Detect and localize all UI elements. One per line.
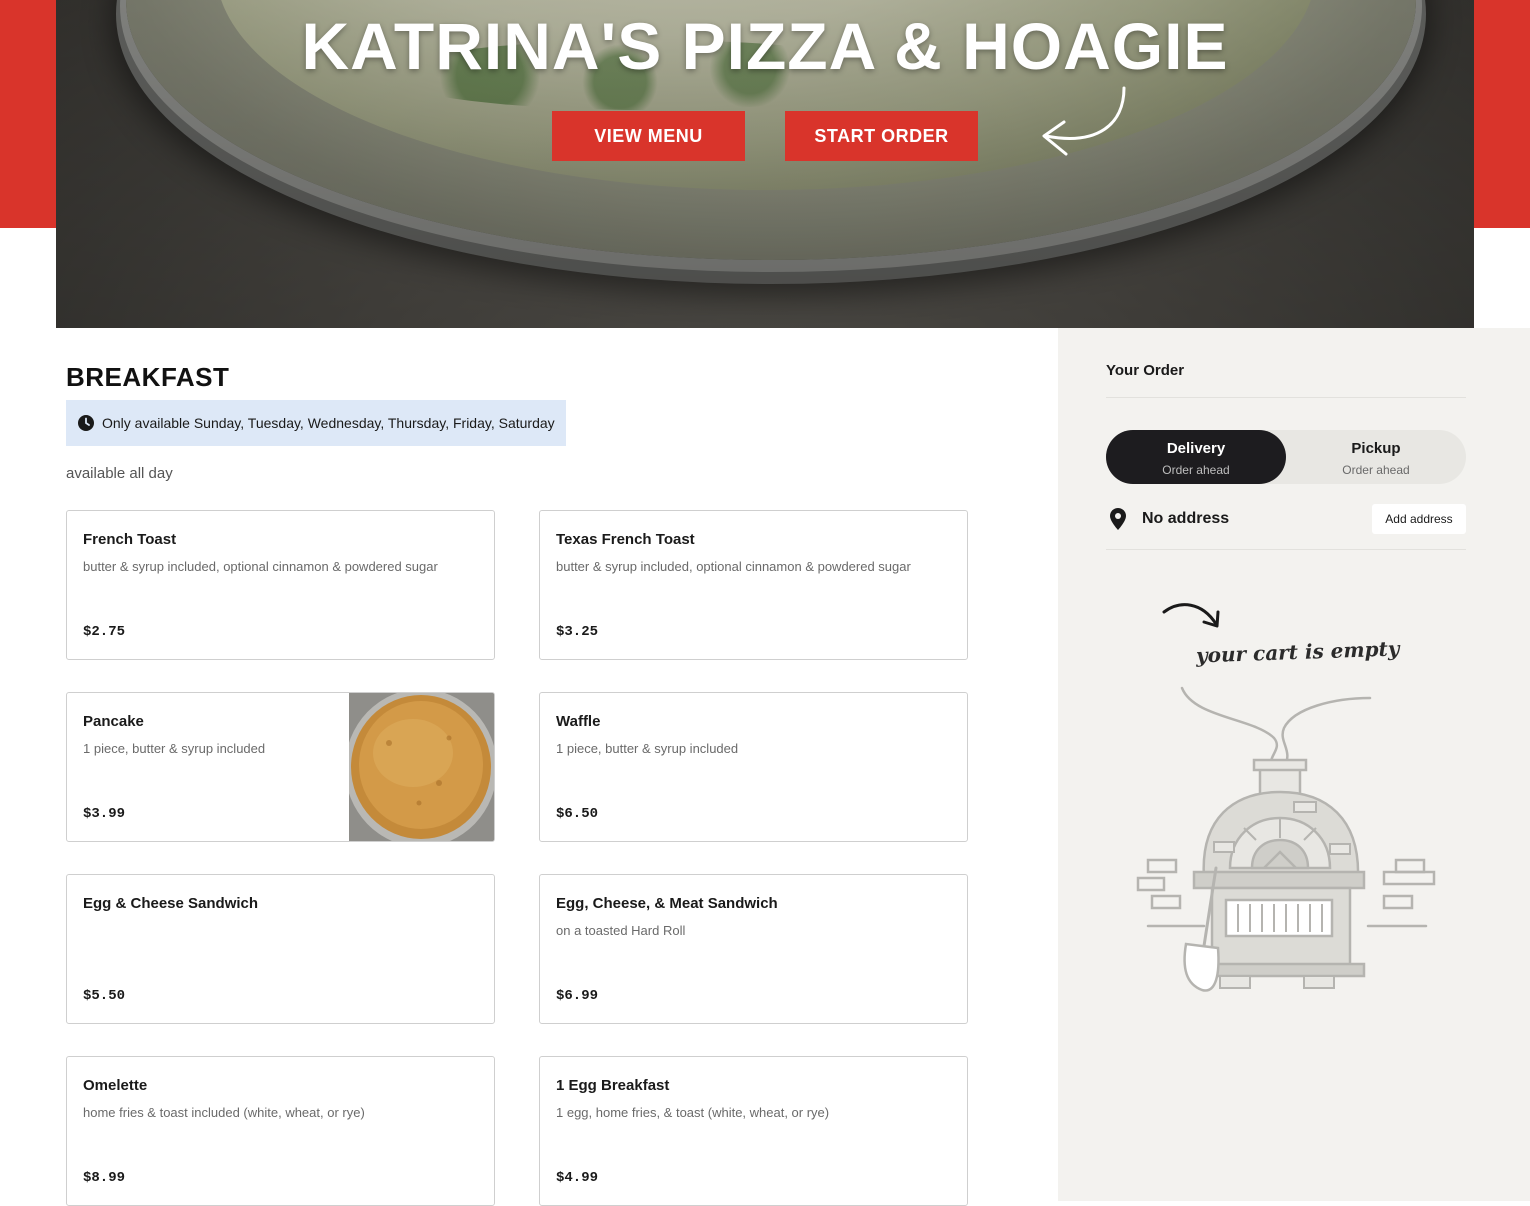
item-price: $6.50 xyxy=(556,806,599,822)
pizza-oven-illustration xyxy=(1136,686,1436,992)
menu-item-card[interactable]: Waffle 1 piece, butter & syrup included … xyxy=(539,692,968,842)
item-name: Pancake xyxy=(83,713,144,730)
section-description: available all day xyxy=(66,465,173,482)
item-name: Egg & Cheese Sandwich xyxy=(83,895,259,912)
add-address-button[interactable]: Add address xyxy=(1372,504,1466,534)
pancake-photo xyxy=(345,693,494,841)
item-name: French Toast xyxy=(83,531,177,548)
divider xyxy=(1106,549,1466,550)
item-description: butter & syrup included, optional cinnam… xyxy=(83,559,438,574)
curved-arrow-icon xyxy=(1042,86,1126,156)
item-description: 1 piece, butter & syrup included xyxy=(556,741,739,756)
delivery-label: Delivery xyxy=(1166,440,1226,457)
pickup-option[interactable]: Pickup Order ahead xyxy=(1286,430,1466,484)
section-title: BREAKFAST xyxy=(66,362,230,392)
menu-item-card[interactable]: Pancake 1 piece, butter & syrup included… xyxy=(66,692,495,842)
start-order-button[interactable]: START ORDER xyxy=(785,111,978,161)
availability-text: Only available Sunday, Tuesday, Wednesda… xyxy=(102,415,555,431)
item-name: Waffle xyxy=(556,713,601,730)
item-price: $6.99 xyxy=(556,988,599,1004)
item-price: $3.25 xyxy=(556,624,599,640)
item-description: 1 egg, home fries, & toast (white, wheat… xyxy=(556,1105,830,1120)
hero-accent-right xyxy=(1474,0,1530,228)
pickup-label: Pickup xyxy=(1351,440,1401,457)
address-text: No address xyxy=(1142,510,1230,527)
menu-item-card[interactable]: Egg & Cheese Sandwich $5.50 xyxy=(66,874,495,1024)
view-menu-button[interactable]: VIEW MENU xyxy=(552,111,745,161)
item-price: $3.99 xyxy=(83,806,126,822)
item-name: 1 Egg Breakfast xyxy=(556,1077,670,1094)
availability-notice: Only available Sunday, Tuesday, Wednesda… xyxy=(66,400,566,446)
menu-item-card[interactable]: 1 Egg Breakfast 1 egg, home fries, & toa… xyxy=(539,1056,968,1206)
fulfillment-toggle: Delivery Order ahead Pickup Order ahead xyxy=(1106,430,1466,484)
item-price: $5.50 xyxy=(83,988,126,1004)
item-name: Egg, Cheese, & Meat Sandwich xyxy=(556,895,778,912)
item-description: 1 piece, butter & syrup included xyxy=(83,741,266,756)
item-name: Omelette xyxy=(83,1077,148,1094)
hero-accent-left xyxy=(0,0,56,228)
order-title: Your Order xyxy=(1106,362,1185,379)
item-name: Texas French Toast xyxy=(556,531,695,548)
menu-item-card[interactable]: French Toast butter & syrup included, op… xyxy=(66,510,495,660)
divider xyxy=(1106,397,1466,398)
delivery-option[interactable]: Delivery Order ahead xyxy=(1106,430,1286,484)
menu-item-card[interactable]: Egg, Cheese, & Meat Sandwich on a toaste… xyxy=(539,874,968,1024)
delivery-sublabel: Order ahead xyxy=(1162,463,1230,477)
menu-item-card[interactable]: Texas French Toast butter & syrup includ… xyxy=(539,510,968,660)
restaurant-title: KATRINA'S PIZZA & HOAGIE xyxy=(301,9,1229,83)
location-pin-icon xyxy=(1110,508,1126,530)
item-description: butter & syrup included, optional cinnam… xyxy=(556,559,911,574)
empty-cart-message: your cart is empty xyxy=(1195,636,1400,668)
hero-banner: KATRINA'S PIZZA & HOAGIE VIEW MENU START… xyxy=(56,0,1474,328)
address-row: No address Add address xyxy=(1106,504,1466,534)
item-price: $4.99 xyxy=(556,1170,599,1186)
order-sidebar: Your Order Delivery Order ahead Pickup O… xyxy=(1058,328,1530,1201)
menu-item-card[interactable]: Omelette home fries & toast included (wh… xyxy=(66,1056,495,1206)
item-description: on a toasted Hard Roll xyxy=(556,923,686,938)
clock-icon xyxy=(78,415,94,431)
pickup-sublabel: Order ahead xyxy=(1342,463,1410,477)
curved-arrow-icon xyxy=(1162,603,1220,628)
item-price: $2.75 xyxy=(83,624,126,640)
item-price: $8.99 xyxy=(83,1170,126,1186)
item-description: home fries & toast included (white, whea… xyxy=(83,1105,365,1120)
